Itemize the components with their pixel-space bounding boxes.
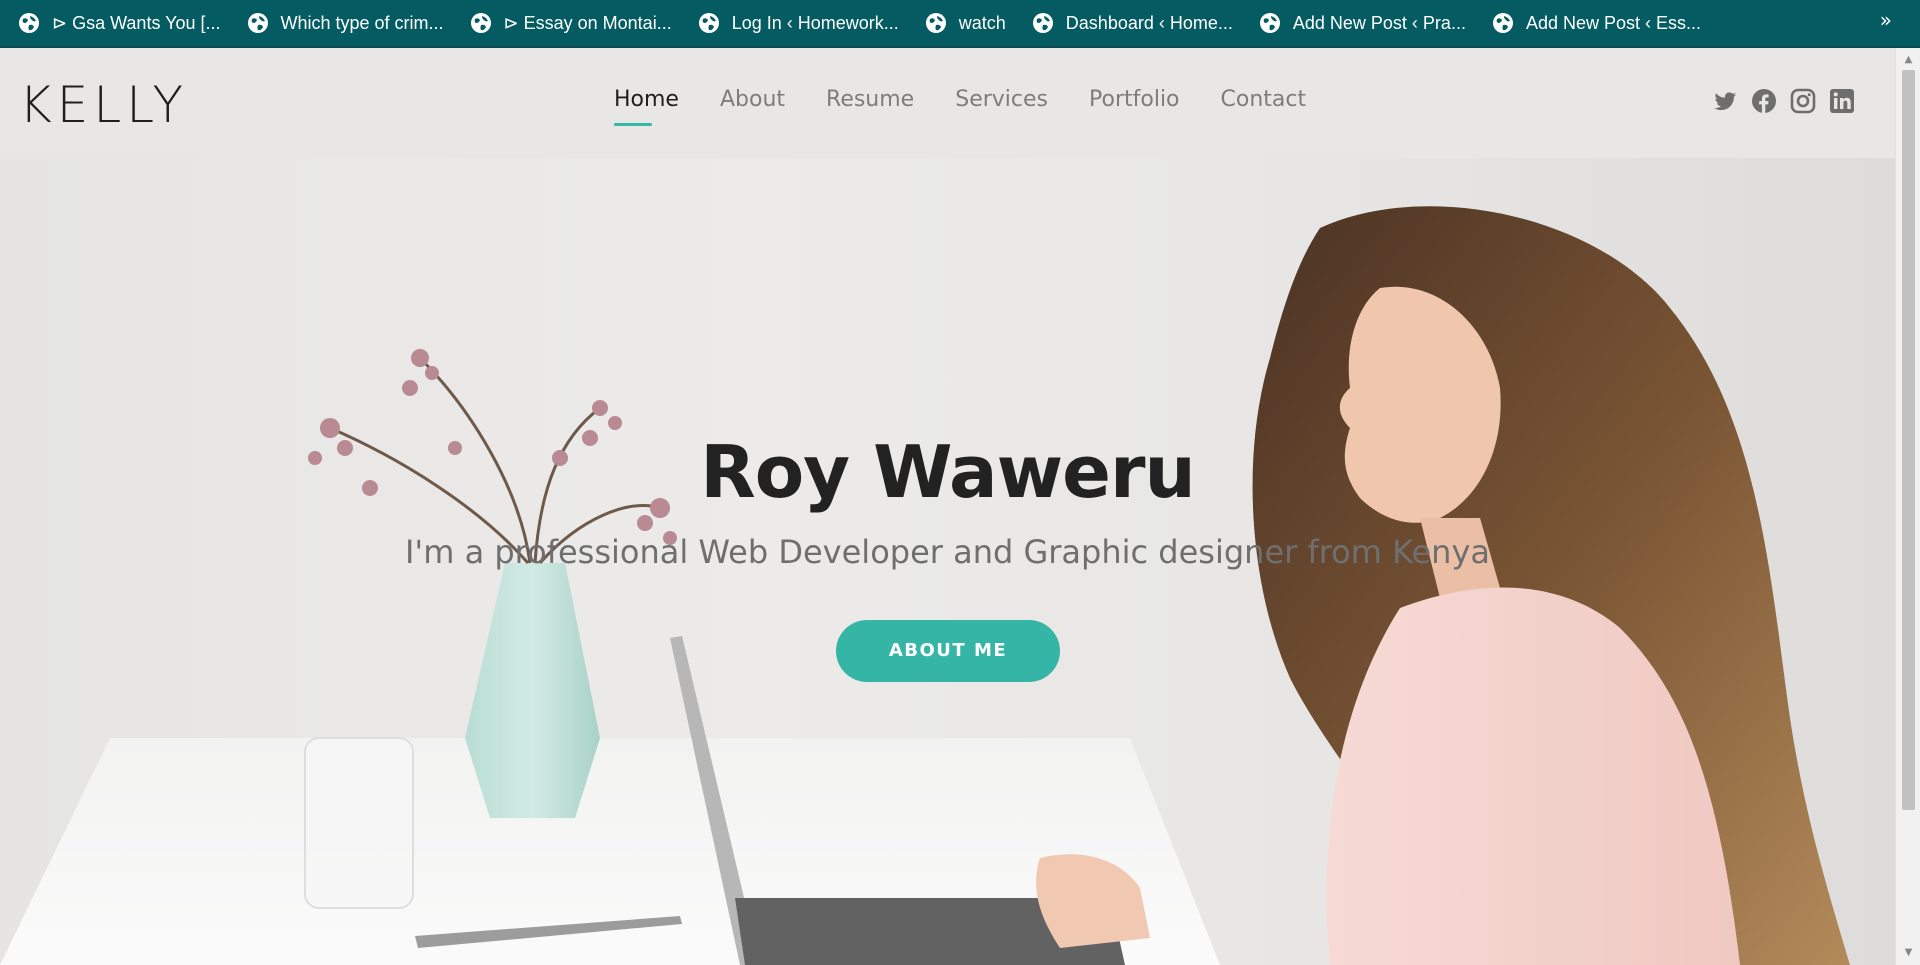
globe-icon [1032,12,1054,34]
globe-icon [925,12,947,34]
globe-icon [247,12,269,34]
nav-about[interactable]: About [720,87,785,112]
bookmark-item[interactable]: ⊳ Gsa Wants You [... [18,12,221,34]
globe-icon [18,12,40,34]
bookmark-label: Add New Post ‹ Pra... [1292,12,1466,33]
nav-home[interactable]: Home [614,87,679,126]
main-nav: Home About Resume Services Portfolio Con… [614,87,1347,126]
globe-icon [698,12,720,34]
bookmark-item[interactable]: Log In ‹ Homework... [698,12,899,34]
nav-resume[interactable]: Resume [826,87,914,112]
bookmark-label: ⊳ Essay on Montai... [503,12,672,33]
nav-services[interactable]: Services [955,87,1048,112]
social-links [1699,88,1855,114]
bookmark-item[interactable]: watch [925,12,1006,34]
nav-contact[interactable]: Contact [1221,87,1307,112]
hero-title: Roy Waweru [700,430,1195,514]
facebook-icon[interactable] [1751,88,1777,114]
scroll-up-arrow-icon[interactable]: ▲ [1896,50,1920,70]
bookmarks-bar: ⊳ Gsa Wants You [... Which type of crim.… [0,0,1920,48]
bookmark-label: ⊳ Gsa Wants You [... [52,12,221,33]
twitter-icon[interactable] [1712,88,1738,114]
page-viewport: KELLY Home About Resume Services Portfol… [0,48,1895,965]
about-me-button[interactable]: ABOUT ME [836,620,1060,682]
bookmarks-overflow-button[interactable]: » [1880,8,1892,32]
scroll-down-arrow-icon[interactable]: ▼ [1896,943,1920,963]
bookmark-item[interactable]: Which type of crim... [247,12,444,34]
globe-icon [470,12,492,34]
linkedin-icon[interactable] [1829,88,1855,114]
globe-icon [1492,12,1514,34]
instagram-icon[interactable] [1790,88,1816,114]
bookmark-label: Dashboard ‹ Home... [1065,12,1233,33]
vertical-scrollbar[interactable]: ▲ ▼ [1895,48,1920,965]
bookmark-label: watch [958,12,1006,33]
globe-icon [1259,12,1281,34]
site-header: KELLY Home About Resume Services Portfol… [0,48,1895,158]
bookmark-label: Log In ‹ Homework... [731,12,899,33]
hero-section: Roy Waweru I'm a professional Web Develo… [0,158,1895,965]
nav-portfolio[interactable]: Portfolio [1089,87,1180,112]
bookmark-label: Which type of crim... [280,12,444,33]
bookmark-item[interactable]: Add New Post ‹ Pra... [1259,12,1466,34]
bookmark-item[interactable]: Add New Post ‹ Ess... [1492,12,1701,34]
bookmark-label: Add New Post ‹ Ess... [1525,12,1702,33]
site-logo[interactable]: KELLY [19,76,188,134]
scrollbar-thumb[interactable] [1902,70,1915,810]
hero-subtitle: I'm a professional Web Developer and Gra… [404,533,1490,571]
bookmark-item[interactable]: Dashboard ‹ Home... [1032,12,1233,34]
bookmark-item[interactable]: ⊳ Essay on Montai... [470,12,672,34]
